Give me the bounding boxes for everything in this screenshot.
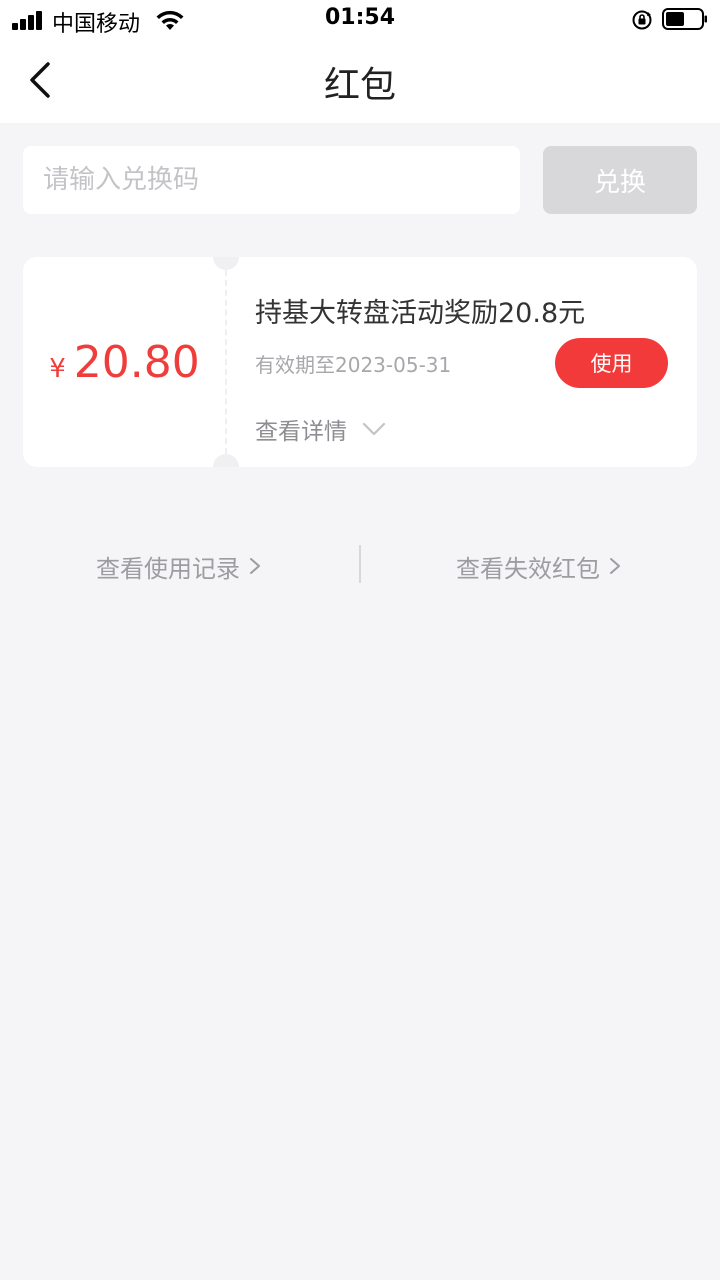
view-expired-label: 查看失效红包 [456, 554, 600, 583]
view-expired-link[interactable]: 查看失效红包 [456, 548, 622, 584]
chevron-right-icon [250, 558, 260, 574]
navigation-bar: 红包 [0, 40, 720, 123]
coupon-amount-block: ¥ 20.80 [23, 257, 226, 467]
footer-divider [359, 545, 361, 583]
redeem-code-input[interactable] [23, 146, 520, 214]
view-details-label: 查看详情 [255, 419, 347, 445]
view-usage-record-link[interactable]: 查看使用记录 [96, 548, 262, 584]
page-title: 红包 [323, 65, 396, 106]
coupon-title: 持基大转盘活动奖励20.8元 [255, 298, 586, 329]
coupon-card: ¥ 20.80 持基大转盘活动奖励20.8元 有效期至2023-05-31 使用… [23, 257, 697, 467]
view-details-toggle[interactable]: 查看详情 [255, 413, 387, 445]
use-button[interactable]: 使用 [555, 338, 668, 388]
status-time: 01:54 [324, 5, 396, 30]
currency-symbol: ¥ [49, 354, 66, 384]
coupon-expiry: 有效期至2023-05-31 [255, 353, 452, 377]
chevron-down-icon [362, 422, 386, 436]
chevron-right-icon [610, 558, 620, 574]
view-usage-record-label: 查看使用记录 [96, 554, 240, 583]
rotation-lock-icon [632, 10, 652, 30]
redeem-button[interactable]: 兑换 [543, 146, 697, 214]
status-bar: 中国移动 01:54 [0, 0, 720, 40]
coupon-amount: 20.80 [73, 336, 200, 388]
battery-icon [662, 8, 707, 30]
